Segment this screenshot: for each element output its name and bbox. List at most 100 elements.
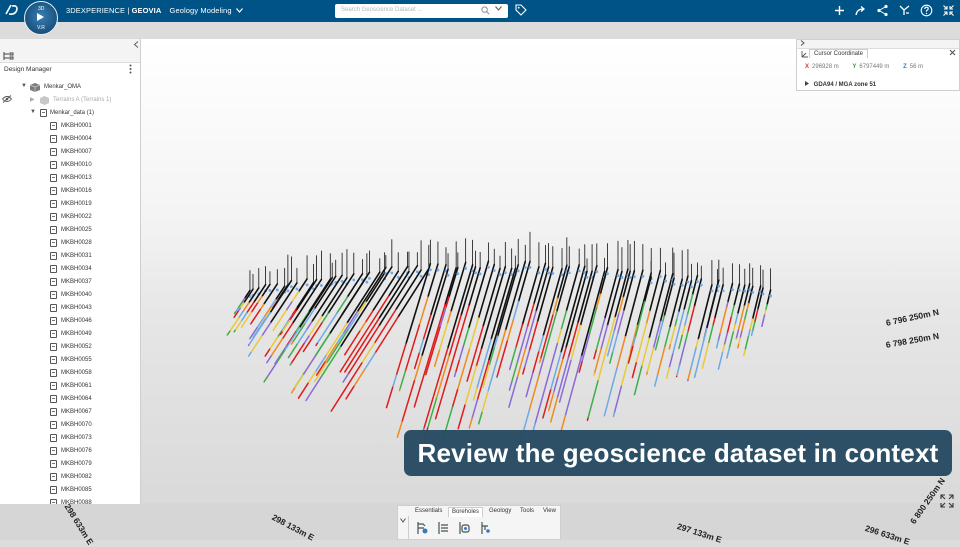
tree-node-label: MKBH0049 [61,331,92,337]
x-value: 296928 m [812,64,839,70]
collapse-panel-icon[interactable] [133,41,139,48]
fullscreen-icon[interactable] [940,494,954,508]
tree-node-label: MKBH0052 [61,344,92,350]
tree-node-label: MKBH0001 [61,123,92,129]
tree-node-borehole[interactable]: MKBH0028 [0,237,140,250]
tree-node-borehole[interactable]: MKBH0004 [0,133,140,146]
borehole-icon [50,174,57,182]
chevron-right-icon[interactable] [800,40,805,46]
borehole-icon [50,408,57,416]
panel-title-row: Cursor Coordinate [797,49,959,59]
tree-node-borehole[interactable]: MKBH0088 [0,497,140,504]
tree-node-borehole[interactable]: MKBH0049 [0,328,140,341]
chevron-down-icon [236,8,243,13]
tree-node-borehole[interactable]: MKBH0067 [0,406,140,419]
borehole-icon [50,161,57,169]
x-axis-label: X [805,64,809,70]
tree-node-label: MKBH0037 [61,279,92,285]
app-name: Geology Modeling [170,6,232,15]
tree-node-borehole[interactable]: MKBH0085 [0,484,140,497]
design-manager-panel: Design Manager ▼ Menkar_OMA ▶ Terrains A… [0,39,141,504]
tree-node-label: Menkar_OMA [44,84,81,90]
expand-triangle-icon[interactable]: ▼ [30,109,36,115]
tree-node-borehole[interactable]: MKBH0010 [0,159,140,172]
tree-node-borehole[interactable]: MKBH0013 [0,172,140,185]
tree-node-label: MKBH0007 [61,149,92,155]
expand-triangle-icon[interactable]: ▼ [21,83,27,89]
tree-node-label: MKBH0031 [61,253,92,259]
borehole-icon [50,473,57,481]
tree-node-borehole[interactable]: MKBH0058 [0,367,140,380]
search-input[interactable]: Search Geoscience Dataset ... [341,7,422,13]
tree-node-borehole[interactable]: MKBH0022 [0,211,140,224]
share-forward-icon[interactable] [854,4,867,17]
tree-node-borehole[interactable]: MKBH0070 [0,419,140,432]
close-icon[interactable] [949,49,956,56]
borehole-icon [50,252,57,260]
compass-icon[interactable]: 3D V.R [24,1,58,35]
social-share-icon[interactable] [876,4,889,17]
tab-view[interactable]: View [540,507,559,516]
tab-essentials[interactable]: Essentials [412,507,445,516]
collapse-fullscreen-icon[interactable] [942,4,955,17]
borehole-table-icon[interactable] [436,521,450,535]
panel-tab-strip [0,39,140,63]
expand-triangle-icon[interactable]: ▶ [30,96,35,103]
tree-node-label: MKBH0061 [61,383,92,389]
borehole-composite-icon[interactable] [478,521,492,535]
tree-node-borehole[interactable]: MKBH0001 [0,120,140,133]
top-bar: 3DEXPERIENCE | GEOVIA Geology Modeling S… [0,0,960,22]
tree-node-borehole[interactable]: MKBH0082 [0,471,140,484]
borehole-import-icon[interactable] [415,521,429,535]
tab-cursor-coordinate[interactable]: Cursor Coordinate [809,49,868,58]
app-brand[interactable]: 3DEXPERIENCE | GEOVIA Geology Modeling [66,6,243,15]
tree-node-borehole[interactable]: MKBH0037 [0,276,140,289]
tree-node-borehole[interactable]: MKBH0055 [0,354,140,367]
tab-geology[interactable]: Geology [486,507,514,516]
apps-compass-icon[interactable] [898,4,911,17]
brand-name: 3DEXPERIENCE [66,6,125,15]
tree-node-borehole[interactable]: MKBH0016 [0,185,140,198]
search-icon[interactable] [481,6,490,15]
borehole-display-icon[interactable] [457,521,471,535]
y-axis-label: Y [852,64,856,70]
tree-node-label: MKBH0055 [61,357,92,363]
search-box[interactable]: Search Geoscience Dataset ... [335,4,508,18]
tree-node-label: MKBH0058 [61,370,92,376]
borehole-icon [50,291,57,299]
tree-node-borehole[interactable]: MKBH0025 [0,224,140,237]
add-icon[interactable] [833,4,846,17]
tree-node-borehole[interactable]: MKBH0052 [0,341,140,354]
tree-node-borehole[interactable]: MKBH0061 [0,380,140,393]
cursor-xyz-readout: X296928 m Y6797449 m Z56 m [805,64,923,70]
tree-node-borehole[interactable]: MKBH0073 [0,432,140,445]
tree-view-icon[interactable] [3,51,14,61]
tab-tools[interactable]: Tools [517,507,537,516]
tree-node-borehole[interactable]: MKBH0019 [0,198,140,211]
tree-node-label: MKBH0013 [61,175,92,181]
help-icon[interactable] [920,4,933,17]
tree-node-dataset[interactable]: ▼ Menkar_data (1) [0,107,140,120]
expand-triangle-icon[interactable] [805,81,809,86]
tree-node-label: MKBH0025 [61,227,92,233]
tree-node-borehole[interactable]: MKBH0034 [0,263,140,276]
tree-node-borehole[interactable]: MKBH0043 [0,302,140,315]
tree-node-borehole[interactable]: MKBH0076 [0,445,140,458]
chevron-down-icon[interactable] [400,518,406,523]
tree-node-root[interactable]: ▼ Menkar_OMA [0,81,140,94]
tree-node-terrains[interactable]: ▶ Terrains A (Terrains 1) [0,94,140,107]
tree-node-borehole[interactable]: MKBH0046 [0,315,140,328]
borehole-icon [50,304,57,312]
tree-node-borehole[interactable]: MKBH0079 [0,458,140,471]
tree-node-borehole[interactable]: MKBH0007 [0,146,140,159]
crs-selector[interactable]: GDA94 / MGA zone 51 [805,81,876,88]
tree-node-borehole[interactable]: MKBH0040 [0,289,140,302]
more-options-icon[interactable] [129,64,132,74]
tag-icon[interactable] [515,4,527,16]
tab-boreholes[interactable]: Boreholes [448,507,483,517]
tree-node-label: MKBH0076 [61,448,92,454]
search-scope-chevron-icon[interactable] [495,6,502,11]
borehole-icon [50,330,57,338]
tree-node-borehole[interactable]: MKBH0031 [0,250,140,263]
tree-node-borehole[interactable]: MKBH0064 [0,393,140,406]
